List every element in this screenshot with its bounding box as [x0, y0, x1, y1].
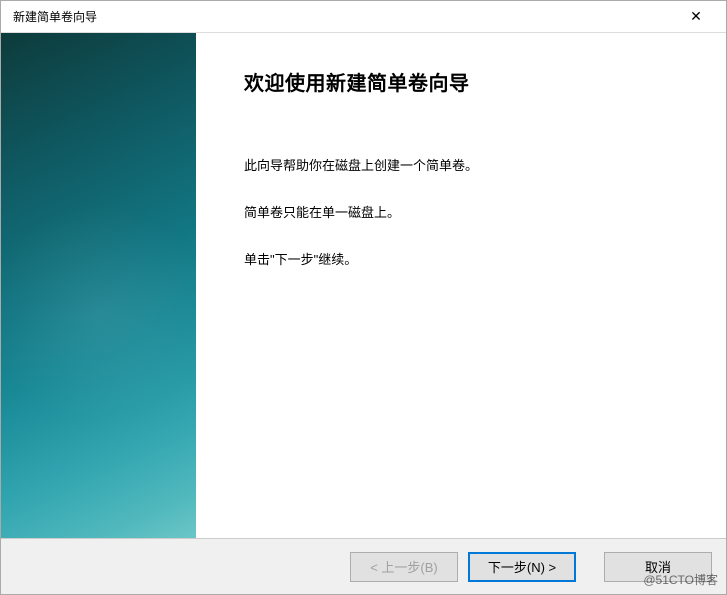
back-button: < 上一步(B)	[350, 552, 458, 582]
close-icon: ✕	[690, 8, 702, 25]
main-panel: 欢迎使用新建简单卷向导 此向导帮助你在磁盘上创建一个简单卷。 简单卷只能在单一磁…	[196, 33, 726, 538]
close-button[interactable]: ✕	[676, 3, 716, 31]
wizard-window: 新建简单卷向导 ✕ 欢迎使用新建简单卷向导 此向导帮助你在磁盘上创建一个简单卷。…	[0, 0, 727, 595]
wizard-sidebar-graphic	[1, 33, 196, 538]
cancel-button[interactable]: 取消	[604, 552, 712, 582]
paragraph-3: 单击"下一步"继续。	[244, 250, 686, 271]
content-area: 欢迎使用新建简单卷向导 此向导帮助你在磁盘上创建一个简单卷。 简单卷只能在单一磁…	[1, 33, 726, 538]
paragraph-2: 简单卷只能在单一磁盘上。	[244, 203, 686, 224]
next-button[interactable]: 下一步(N) >	[468, 552, 576, 582]
page-heading: 欢迎使用新建简单卷向导	[244, 67, 686, 96]
paragraph-1: 此向导帮助你在磁盘上创建一个简单卷。	[244, 156, 686, 177]
button-bar: < 上一步(B) 下一步(N) > 取消	[1, 538, 726, 594]
titlebar: 新建简单卷向导 ✕	[1, 1, 726, 33]
window-title: 新建简单卷向导	[13, 8, 97, 25]
